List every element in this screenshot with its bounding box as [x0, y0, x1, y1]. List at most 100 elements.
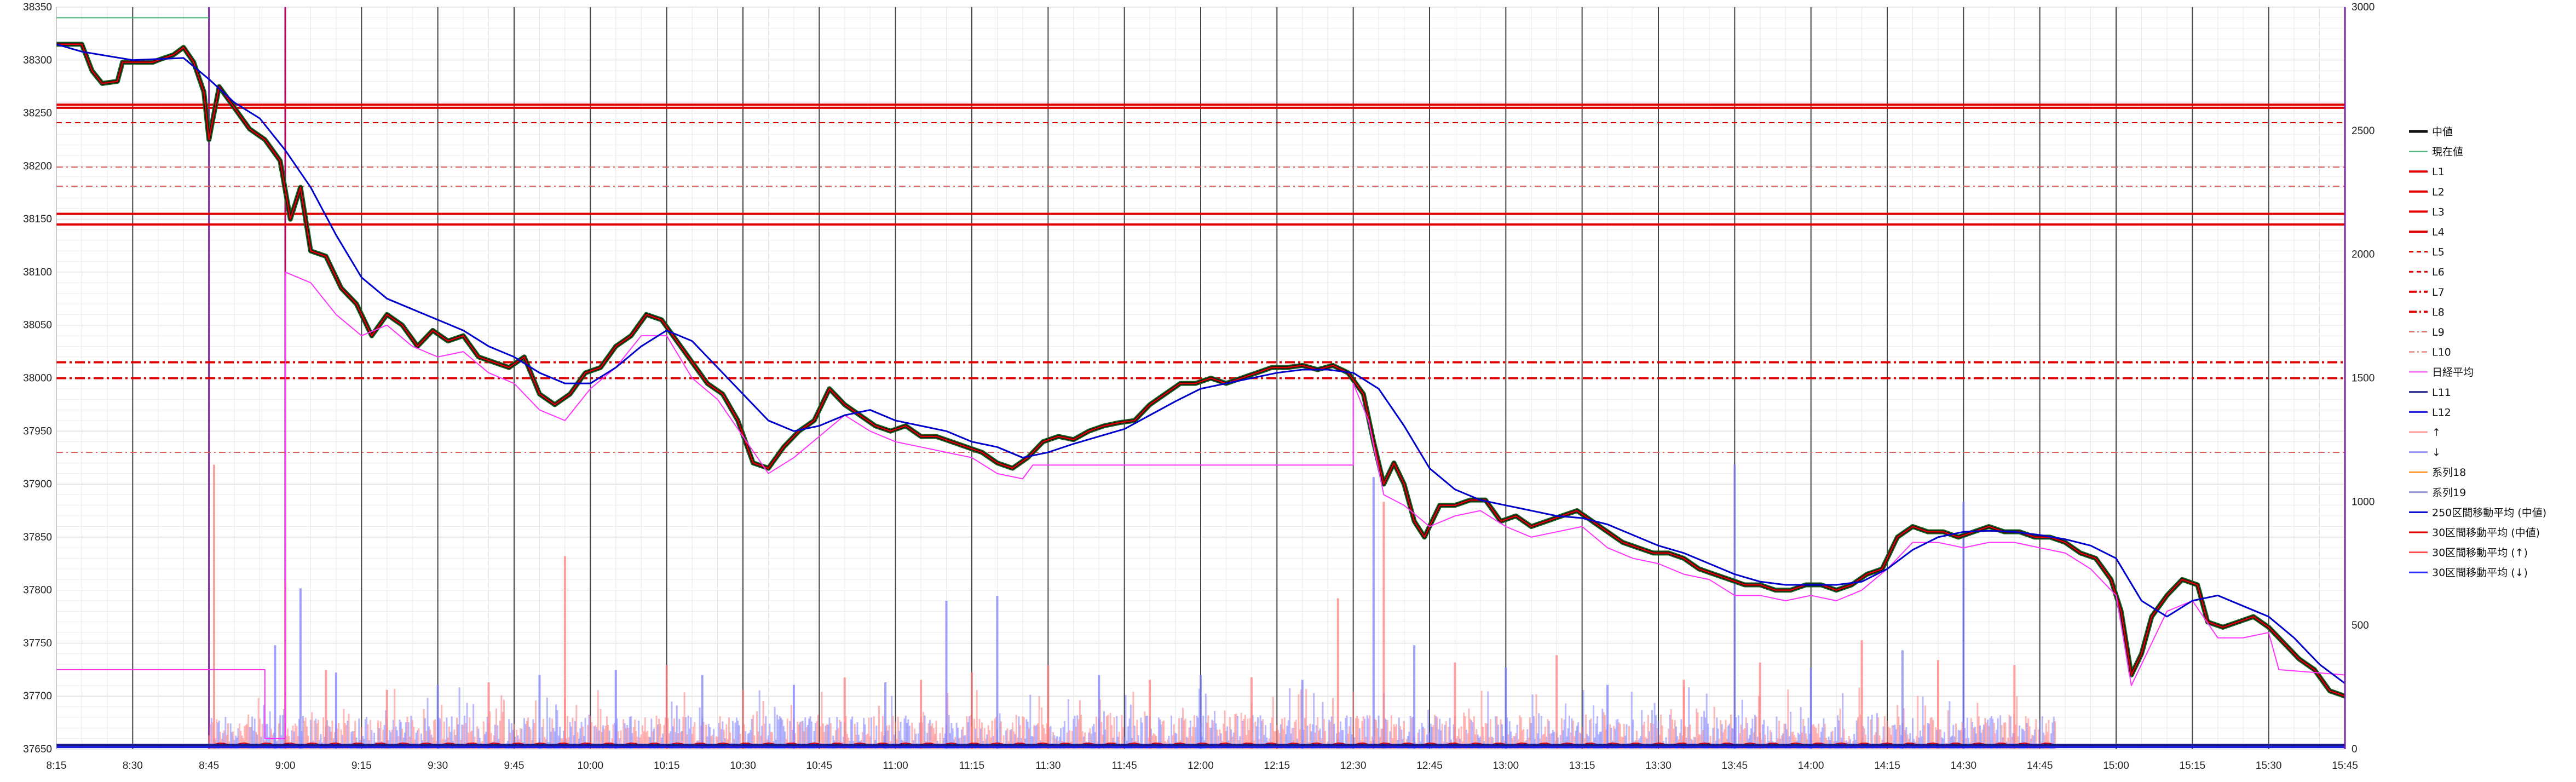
- y-right-tick-label: 500: [2352, 620, 2369, 631]
- legend-item[interactable]: 系列19: [2409, 487, 2466, 499]
- legend-label: L7: [2432, 286, 2445, 298]
- x-tick-label: 15:30: [2256, 760, 2282, 772]
- legend-label: 30区間移動平均 (↓): [2432, 567, 2528, 579]
- y-left-tick-label: 37750: [23, 637, 52, 649]
- legend-label: 250区間移動平均 (中値): [2432, 507, 2546, 519]
- legend-item[interactable]: L9: [2409, 326, 2445, 338]
- y-left-tick-label: 38050: [23, 320, 52, 331]
- legend-label: 30区間移動平均 (↑): [2432, 547, 2528, 559]
- y-left-tick-label: 37800: [23, 585, 52, 596]
- legend-item[interactable]: 中値: [2409, 126, 2453, 138]
- y-left-tick-label: 37950: [23, 426, 52, 437]
- legend-item[interactable]: L10: [2409, 347, 2451, 359]
- legend-item[interactable]: L2: [2409, 186, 2445, 198]
- y-left-tick-label: 38350: [23, 2, 52, 13]
- x-tick-label: 9:00: [275, 760, 296, 772]
- legend-item[interactable]: L6: [2409, 266, 2445, 278]
- x-tick-label: 8:45: [199, 760, 219, 772]
- x-tick-label: 14:15: [1874, 760, 1900, 772]
- legend-item[interactable]: L7: [2409, 286, 2445, 298]
- legend-label: 系列18: [2432, 467, 2466, 479]
- legend-item[interactable]: 30区間移動平均 (↓): [2409, 567, 2528, 579]
- x-tick-label: 8:30: [123, 760, 143, 772]
- legend-label: L12: [2432, 406, 2451, 418]
- y-left-tick-label: 37900: [23, 479, 52, 490]
- y-left-tick-label: 38000: [23, 373, 52, 384]
- legend-label: L9: [2432, 326, 2445, 338]
- x-tick-label: 12:30: [1340, 760, 1367, 772]
- x-tick-label: 13:30: [1645, 760, 1672, 772]
- legend-label: ↓: [2432, 447, 2441, 459]
- x-tick-label: 9:15: [351, 760, 372, 772]
- legend-label: 30区間移動平均 (中値): [2432, 527, 2540, 539]
- x-tick-label: 14:30: [1951, 760, 1977, 772]
- legend-item[interactable]: 30区間移動平均 (中値): [2409, 527, 2540, 539]
- legend-item[interactable]: ↓: [2409, 447, 2441, 459]
- legend-label: 現在値: [2432, 146, 2463, 158]
- y-left-tick-label: 38100: [23, 267, 52, 278]
- y-left-tick-label: 38150: [23, 214, 52, 225]
- legend[interactable]: 中値現在値 L1 L2 L3 L4 L5 L6 L7 L8 L9 L10 日経平均 L11 L12 ↑ ↓ 系列…: [2409, 126, 2546, 579]
- legend-item[interactable]: L3: [2409, 206, 2445, 218]
- y-right-tick-label: 1500: [2352, 373, 2375, 384]
- legend-label: L10: [2432, 347, 2451, 359]
- x-tick-label: 12:00: [1188, 760, 1214, 772]
- y-left-tick-label: 37850: [23, 532, 52, 543]
- y-right-tick-label: 3000: [2352, 2, 2375, 13]
- x-tick-label: 8:15: [47, 760, 67, 772]
- legend-item[interactable]: 30区間移動平均 (↑): [2409, 547, 2528, 559]
- x-tick-label: 15:15: [2180, 760, 2206, 772]
- intraday-chart: 37650 37700 37750 37800 37850 37900 37950 38000…: [23, 2, 2546, 772]
- legend-item[interactable]: L8: [2409, 306, 2445, 318]
- legend-item[interactable]: ↑: [2409, 427, 2441, 439]
- legend-label: ↑: [2432, 427, 2441, 439]
- legend-label: L11: [2432, 387, 2451, 399]
- legend-item[interactable]: L1: [2409, 166, 2445, 178]
- legend-item[interactable]: L12: [2409, 406, 2451, 418]
- legend-label: L3: [2432, 206, 2445, 218]
- x-tick-label: 13:00: [1493, 760, 1519, 772]
- x-tick-label: 10:45: [806, 760, 833, 772]
- x-tick-label: 11:30: [1035, 760, 1061, 772]
- legend-item[interactable]: L5: [2409, 246, 2445, 258]
- y-right-tick-label: 2000: [2352, 249, 2375, 261]
- x-tick-label: 13:15: [1569, 760, 1595, 772]
- x-tick-label: 15:00: [2103, 760, 2129, 772]
- legend-label: 系列19: [2432, 487, 2466, 499]
- x-tick-label: 14:00: [1798, 760, 1824, 772]
- x-tick-label: 11:15: [959, 760, 984, 772]
- x-tick-label: 10:00: [578, 760, 604, 772]
- legend-label: 中値: [2432, 126, 2453, 138]
- legend-item[interactable]: 現在値: [2409, 146, 2463, 158]
- x-tick-label: 9:30: [428, 760, 448, 772]
- x-tick-label: 10:15: [654, 760, 680, 772]
- legend-label: L4: [2432, 226, 2445, 238]
- y-left-tick-label: 38200: [23, 160, 52, 172]
- x-tick-label: 13:45: [1722, 760, 1748, 772]
- legend-label: L2: [2432, 186, 2445, 198]
- x-tick-label: 11:00: [883, 760, 908, 772]
- x-tick-label: 12:45: [1416, 760, 1443, 772]
- y-left-tick-label: 38250: [23, 108, 52, 119]
- legend-label: 日経平均: [2432, 366, 2474, 378]
- legend-item[interactable]: 250区間移動平均 (中値): [2409, 507, 2546, 519]
- x-tick-label: 11:45: [1112, 760, 1137, 772]
- x-tick-label: 15:45: [2332, 760, 2358, 772]
- legend-item[interactable]: 日経平均: [2409, 366, 2474, 378]
- y-right-tick-label: 1000: [2352, 496, 2375, 508]
- x-tick-label: 14:45: [2027, 760, 2053, 772]
- y-left-tick-label: 37700: [23, 691, 52, 702]
- y-left-tick-label: 38300: [23, 55, 52, 66]
- legend-label: L6: [2432, 266, 2445, 278]
- y-right-tick-label: 0: [2352, 744, 2358, 755]
- y-right-tick-label: 2500: [2352, 125, 2375, 137]
- legend-label: L5: [2432, 246, 2445, 258]
- legend-item[interactable]: L11: [2409, 387, 2451, 399]
- legend-label: L8: [2432, 306, 2445, 318]
- legend-item[interactable]: 系列18: [2409, 467, 2466, 479]
- x-tick-label: 10:30: [730, 760, 756, 772]
- legend-item[interactable]: L4: [2409, 226, 2445, 238]
- y-left-tick-label: 37650: [23, 744, 52, 755]
- legend-label: L1: [2432, 166, 2445, 178]
- x-tick-label: 9:45: [504, 760, 525, 772]
